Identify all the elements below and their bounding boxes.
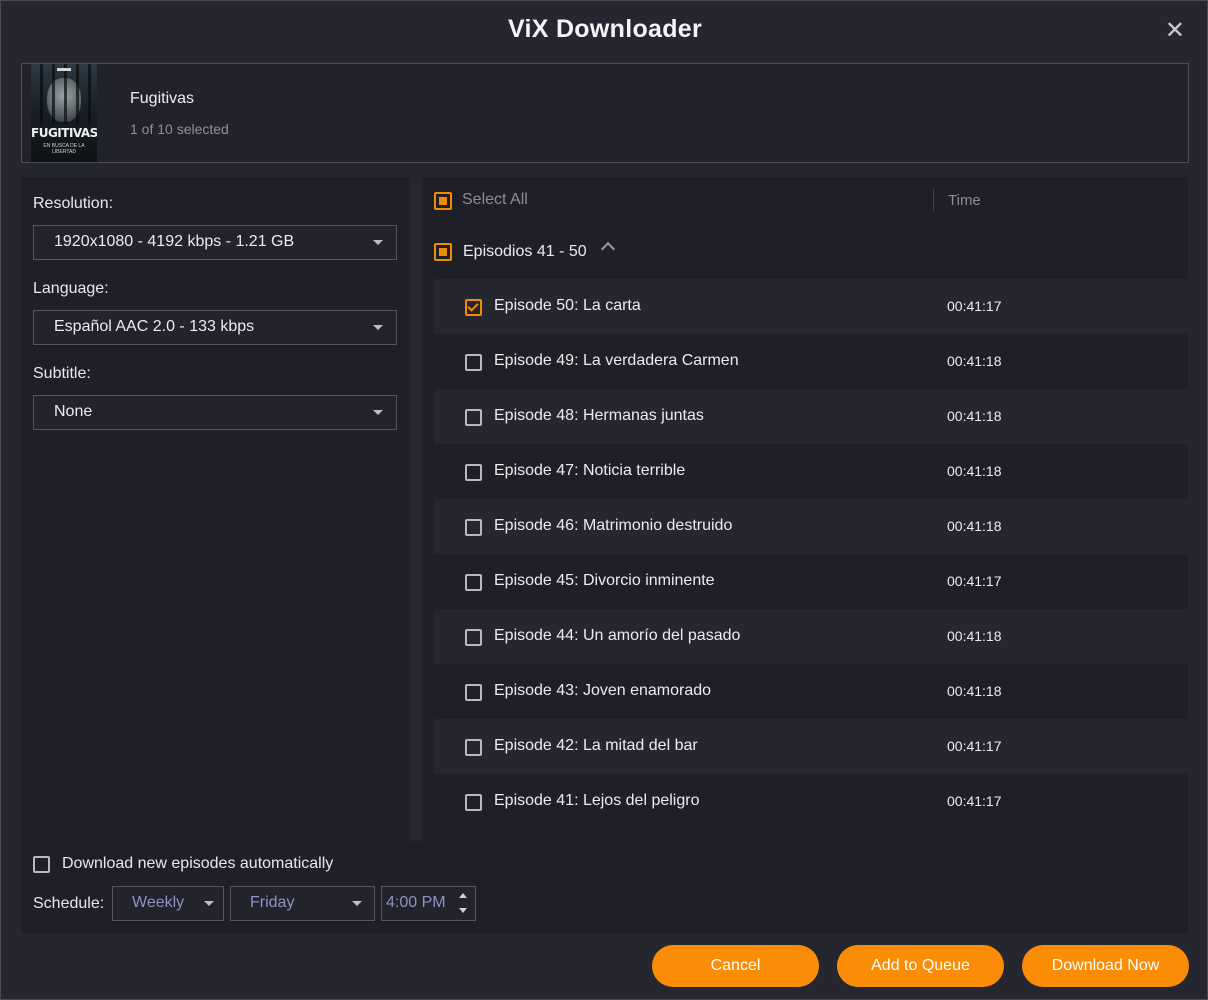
show-poster: FUGITIVAS EN BUSCA DE LA LIBERTAD — [31, 64, 97, 162]
episode-row[interactable]: Episode 41: Lejos del peligro 00:41:17 — [434, 774, 1188, 829]
auto-download-checkbox[interactable] — [33, 856, 50, 873]
time-column-header: Time — [948, 192, 981, 209]
episode-row[interactable]: Episode 42: La mitad del bar 00:41:17 — [434, 719, 1188, 774]
episode-checkbox[interactable] — [465, 409, 482, 426]
episode-title: Episode 47: Noticia terrible — [494, 462, 686, 479]
show-header: FUGITIVAS EN BUSCA DE LA LIBERTAD Fugiti… — [21, 63, 1189, 163]
episode-checkbox[interactable] — [465, 739, 482, 756]
day-select[interactable]: Friday — [230, 886, 375, 921]
episode-checkbox[interactable] — [465, 574, 482, 591]
episode-title: Episode 50: La carta — [494, 297, 641, 314]
episode-row[interactable]: Episode 47: Noticia terrible 00:41:18 — [434, 444, 1188, 499]
episode-duration: 00:41:18 — [947, 353, 1002, 369]
downloader-window: ViX Downloader ✕ FUGITIVAS EN BUSCA DE L… — [0, 0, 1208, 1000]
day-value: Friday — [250, 894, 295, 911]
episode-duration: 00:41:18 — [947, 463, 1002, 479]
add-to-queue-button[interactable]: Add to Queue — [837, 945, 1004, 987]
episode-duration: 00:41:17 — [947, 793, 1002, 809]
language-select[interactable]: Español AAC 2.0 - 133 kbps — [33, 310, 397, 345]
episode-duration: 00:41:17 — [947, 298, 1002, 314]
episode-checkbox[interactable] — [465, 519, 482, 536]
episode-duration: 00:41:17 — [947, 738, 1002, 754]
download-now-button[interactable]: Download Now — [1022, 945, 1189, 987]
episode-duration: 00:41:18 — [947, 683, 1002, 699]
episode-row[interactable]: Episode 45: Divorcio inminente 00:41:17 — [434, 554, 1188, 609]
episode-duration: 00:41:18 — [947, 518, 1002, 534]
column-divider — [933, 189, 934, 211]
episode-row[interactable]: Episode 46: Matrimonio destruido 00:41:18 — [434, 499, 1188, 554]
window-title: ViX Downloader — [507, 15, 703, 43]
episode-row[interactable]: Episode 49: La verdadera Carmen 00:41:18 — [434, 334, 1188, 389]
close-icon[interactable]: ✕ — [1165, 17, 1185, 45]
episode-checkbox[interactable] — [465, 464, 482, 481]
time-spinbox[interactable]: 4:00 PM — [381, 886, 476, 921]
caret-down-icon — [352, 901, 362, 906]
caret-down-icon — [373, 325, 383, 330]
episode-checkbox[interactable] — [465, 354, 482, 371]
episode-row[interactable]: Episode 43: Joven enamorado 00:41:18 — [434, 664, 1188, 719]
episode-title: Episode 45: Divorcio inminente — [494, 572, 715, 589]
episode-title: Episode 49: La verdadera Carmen — [494, 352, 739, 369]
spin-up-icon[interactable] — [459, 893, 467, 898]
frequency-value: Weekly — [132, 894, 185, 911]
select-all-label[interactable]: Select All — [462, 191, 528, 209]
episode-list-panel: Select All Time Episodios 41 - 50 Episod… — [422, 177, 1188, 841]
subtitle-value: None — [54, 403, 93, 420]
episode-group-label[interactable]: Episodios 41 - 50 — [463, 243, 587, 261]
language-value: Español AAC 2.0 - 133 kbps — [54, 318, 255, 335]
subtitle-select[interactable]: None — [33, 395, 397, 430]
group-checkbox[interactable] — [434, 243, 452, 261]
poster-title: FUGITIVAS — [31, 126, 97, 140]
schedule-label: Schedule: — [33, 895, 105, 912]
chevron-up-icon[interactable] — [600, 241, 616, 257]
episode-duration: 00:41:18 — [947, 628, 1002, 644]
settings-panel: Resolution: 1920x1080 - 4192 kbps - 1.21… — [21, 177, 410, 841]
resolution-select[interactable]: 1920x1080 - 4192 kbps - 1.21 GB — [33, 225, 397, 260]
auto-download-label[interactable]: Download new episodes automatically — [62, 855, 333, 873]
episode-row[interactable]: Episode 48: Hermanas juntas 00:41:18 — [434, 389, 1188, 444]
episode-row[interactable]: Episode 44: Un amorío del pasado 00:41:18 — [434, 609, 1188, 664]
selection-status: 1 of 10 selected — [130, 121, 229, 137]
episode-title: Episode 44: Un amorío del pasado — [494, 627, 741, 644]
time-value: 4:00 PM — [386, 894, 446, 911]
auto-download-section: Download new episodes automatically Sche… — [21, 841, 1188, 934]
episode-title: Episode 43: Joven enamorado — [494, 682, 712, 699]
cancel-button[interactable]: Cancel — [652, 945, 819, 987]
episode-checkbox[interactable] — [465, 629, 482, 646]
caret-down-icon — [373, 240, 383, 245]
episode-title: Episode 42: La mitad del bar — [494, 737, 698, 754]
resolution-label: Resolution: — [33, 195, 114, 212]
poster-bars-graphic — [31, 64, 97, 124]
episode-duration: 00:41:17 — [947, 573, 1002, 589]
frequency-select[interactable]: Weekly — [112, 886, 224, 921]
poster-subtitle: EN BUSCA DE LA LIBERTAD — [43, 143, 85, 155]
episode-checkbox[interactable] — [465, 684, 482, 701]
caret-down-icon — [204, 901, 214, 906]
language-label: Language: — [33, 280, 109, 297]
episode-title: Episode 48: Hermanas juntas — [494, 407, 704, 424]
episode-title: Episode 46: Matrimonio destruido — [494, 517, 733, 534]
subtitle-label: Subtitle: — [33, 365, 91, 382]
show-title: Fugitivas — [130, 90, 195, 107]
episode-title: Episode 41: Lejos del peligro — [494, 792, 700, 809]
episode-row[interactable]: Episode 50: La carta 00:41:17 — [434, 279, 1188, 334]
spin-down-icon[interactable] — [459, 908, 467, 913]
resolution-value: 1920x1080 - 4192 kbps - 1.21 GB — [54, 233, 295, 250]
caret-down-icon — [373, 410, 383, 415]
episode-checkbox[interactable] — [465, 299, 482, 316]
episode-duration: 00:41:18 — [947, 408, 1002, 424]
poster-logo — [57, 68, 71, 71]
episode-checkbox[interactable] — [465, 794, 482, 811]
select-all-checkbox[interactable] — [434, 192, 452, 210]
